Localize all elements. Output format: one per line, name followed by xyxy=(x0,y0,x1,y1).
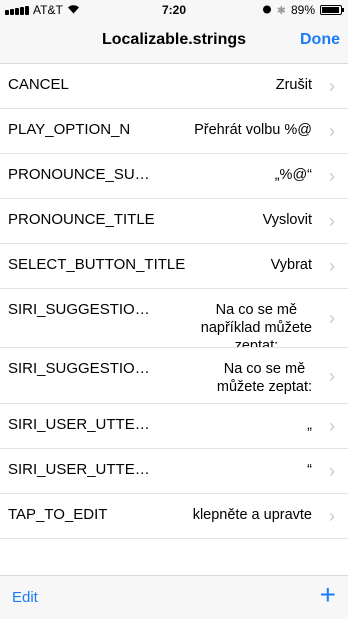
chevron-right-icon: › xyxy=(329,76,335,96)
chevron-right-icon: › xyxy=(329,256,335,276)
edit-button[interactable]: Edit xyxy=(12,589,38,606)
row-key: SIRI_USER_UTTE… xyxy=(8,461,150,478)
alarm-icon xyxy=(262,3,272,17)
row-value: klepněte a upravte xyxy=(192,507,312,523)
list-item[interactable]: SELECT_BUTTON_TITLE Vybrat › xyxy=(0,244,348,289)
status-right: ✱ 89% xyxy=(262,3,344,17)
list-item[interactable]: CANCEL Zrušit › xyxy=(0,64,348,109)
row-key: SIRI_USER_UTTE… xyxy=(8,416,150,433)
row-value: Na co se mě můžete zeptat: xyxy=(216,361,312,395)
row-value: “ xyxy=(307,462,312,478)
row-value: Vyslovit xyxy=(262,212,312,228)
chevron-right-icon: › xyxy=(329,416,335,436)
battery-icon xyxy=(320,5,344,15)
list-item[interactable]: SIRI_USER_UTTE… „ › xyxy=(0,404,348,449)
bottom-toolbar: Edit + xyxy=(0,575,348,619)
row-key: SIRI_SUGGESTIO… xyxy=(8,301,150,318)
chevron-right-icon: › xyxy=(329,166,335,186)
chevron-right-icon: › xyxy=(329,121,335,141)
row-key: TAP_TO_EDIT xyxy=(8,506,108,523)
chevron-right-icon: › xyxy=(329,365,335,386)
list-item[interactable]: TAP_TO_EDIT klepněte a upravte › xyxy=(0,494,348,539)
chevron-right-icon: › xyxy=(329,506,335,526)
row-key: CANCEL xyxy=(8,76,69,93)
chevron-right-icon: › xyxy=(329,461,335,481)
list-item[interactable]: SIRI_USER_UTTE… “ › xyxy=(0,449,348,494)
row-key: PLAY_OPTION_N xyxy=(8,121,131,138)
row-key: PRONOUNCE_TITLE xyxy=(8,211,155,228)
row-key: PRONOUNCE_SU… xyxy=(8,166,150,183)
row-value: Zrušit xyxy=(275,77,312,93)
bluetooth-icon: ✱ xyxy=(276,4,286,17)
list-item[interactable]: PLAY_OPTION_N Přehrát volbu %@ › xyxy=(0,109,348,154)
list-item[interactable]: SIRI_SUGGESTIO… Na co se mě například mů… xyxy=(0,289,348,348)
row-value: „%@“ xyxy=(274,167,312,183)
add-button[interactable]: + xyxy=(320,580,336,610)
done-button[interactable]: Done xyxy=(300,31,340,49)
row-key: SELECT_BUTTON_TITLE xyxy=(8,256,186,273)
status-bar: AT&T 7:20 ✱ 89% xyxy=(0,0,348,20)
row-value: „ xyxy=(307,417,312,433)
row-value: Vybrat xyxy=(270,257,312,273)
list-item[interactable]: PRONOUNCE_SU… „%@“ › xyxy=(0,154,348,199)
chevron-right-icon: › xyxy=(329,211,335,231)
row-value: Přehrát volbu %@ xyxy=(194,122,312,138)
chevron-right-icon: › xyxy=(329,308,335,328)
page-title: Localizable.strings xyxy=(101,31,247,48)
battery-percent: 89% xyxy=(290,3,315,17)
list-item[interactable]: SIRI_SUGGESTIO… Na co se mě můžete zepta… xyxy=(0,348,348,404)
list-item[interactable]: PRONOUNCE_TITLE Vyslovit › xyxy=(0,199,348,244)
strings-list: CANCEL Zrušit › PLAY_OPTION_N Přehrát vo… xyxy=(0,64,348,584)
row-key: SIRI_SUGGESTIO… xyxy=(8,360,150,377)
row-value: Na co se mě například můžete zeptat: xyxy=(200,302,312,348)
nav-bar: Localizable.strings Done xyxy=(0,20,348,64)
